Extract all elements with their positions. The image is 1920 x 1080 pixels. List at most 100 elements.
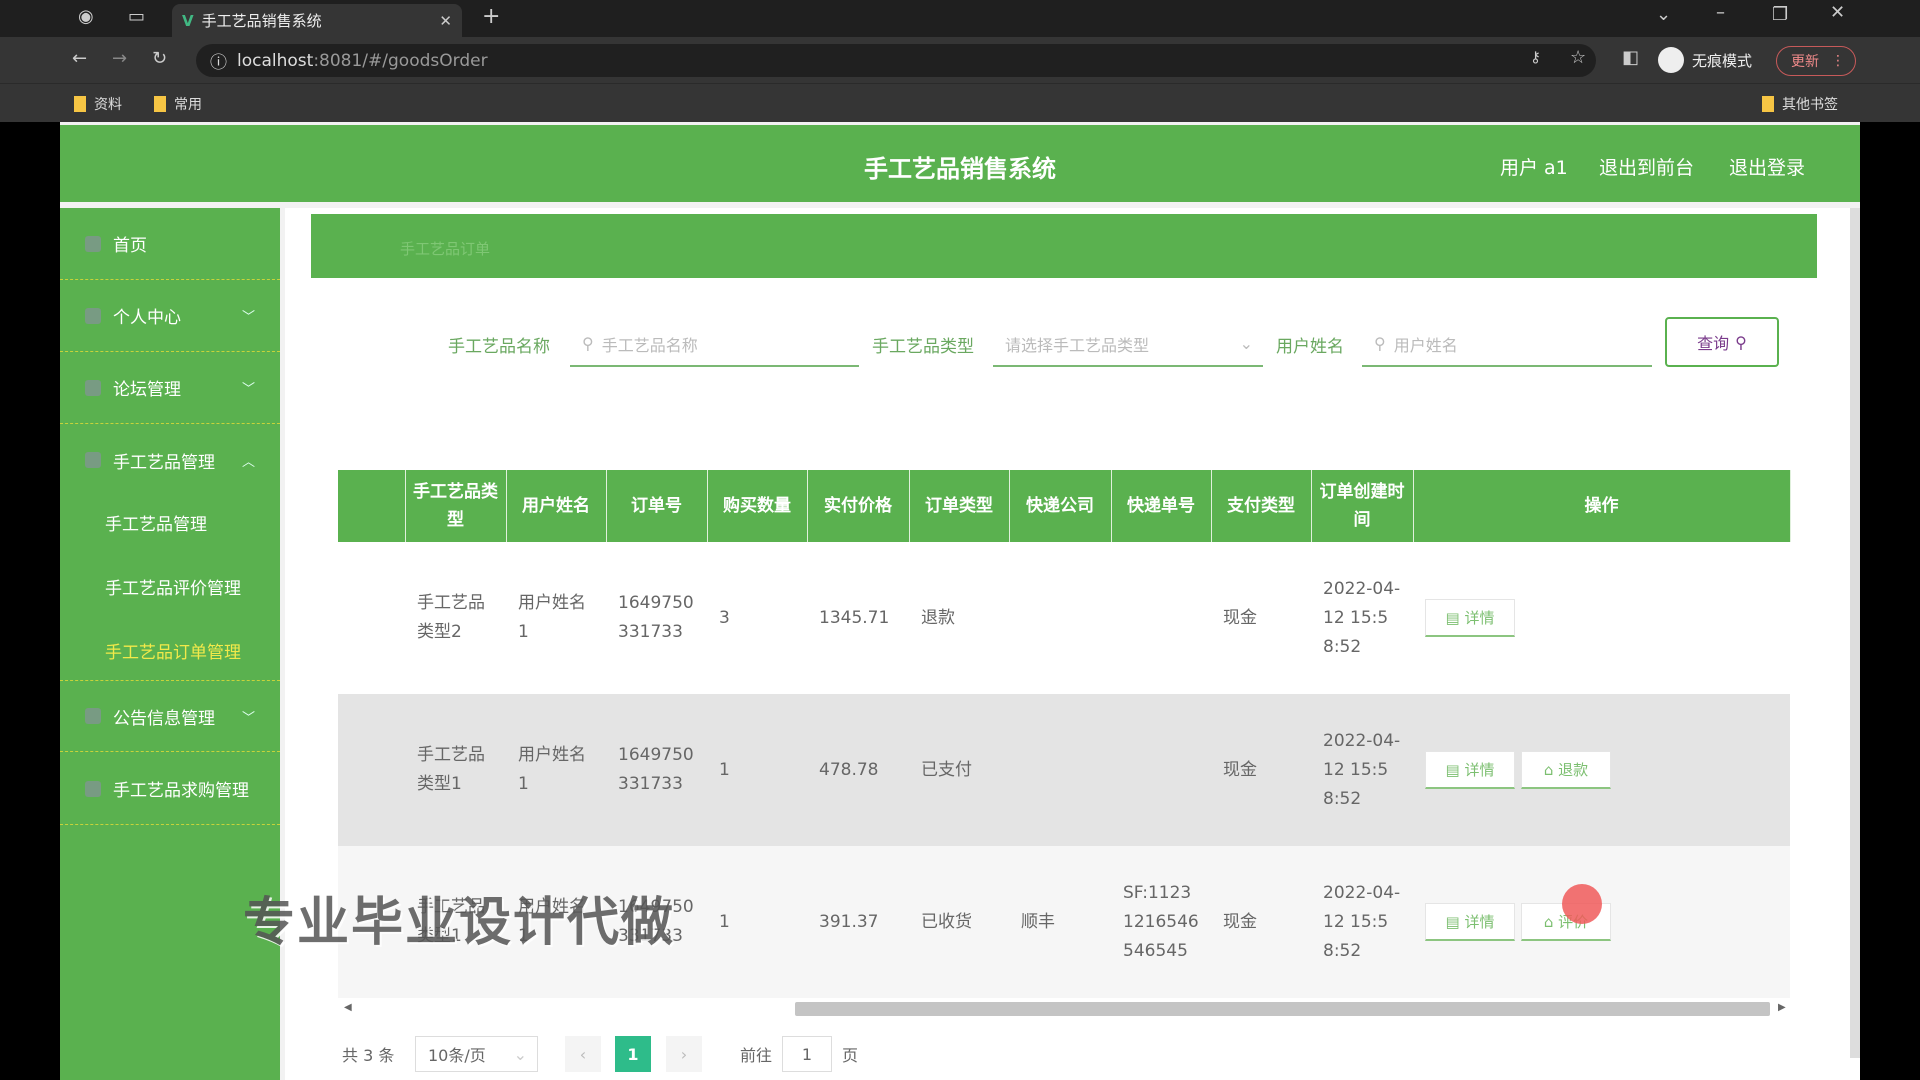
total-count: 共 3 条 — [342, 1046, 395, 1065]
incognito-indicator[interactable]: 无痕模式 — [1658, 47, 1752, 73]
back-icon[interactable]: ← — [72, 48, 87, 69]
page-number-current[interactable]: 1 — [615, 1036, 651, 1072]
cell-price: 391.37 — [807, 846, 909, 998]
chevron-down-icon: ﹀ — [241, 310, 255, 325]
update-button[interactable]: 更新 ⋮ — [1776, 46, 1856, 76]
cell-time: 2022-04-12 15:58:52 — [1311, 694, 1413, 846]
goods-name-label: 手工艺品名称 — [448, 337, 550, 357]
url-host: localhost — [237, 50, 314, 71]
sidebar-label: 手工艺品管理 — [113, 452, 215, 473]
user-name-label: 用户姓名 — [1276, 337, 1344, 357]
incognito-label: 无痕模式 — [1692, 51, 1753, 70]
bookmark-label: 资料 — [94, 97, 122, 113]
close-window-icon[interactable]: ✕ — [1830, 2, 1845, 23]
more-icon: ⋮ — [1831, 53, 1845, 69]
cell-actions: ▤ 详情⌂ 评价 — [1413, 846, 1790, 998]
bookmarks-bar: 资料 常用 其他书签 — [0, 83, 1920, 122]
scroll-right-icon[interactable]: ▶ — [1778, 1002, 1786, 1013]
goods-icon — [85, 452, 101, 468]
goto-value: 1 — [801, 1044, 813, 1064]
detail-button[interactable]: ▤ 详情 — [1425, 903, 1515, 941]
cell-actions: ▤ 详情 — [1413, 542, 1790, 694]
scroll-left-icon[interactable]: ◀ — [344, 1002, 352, 1013]
sidebar-item-forum[interactable]: 论坛管理 ﹀ — [60, 352, 280, 424]
column-header: 订单号 — [606, 470, 708, 542]
minimize-icon[interactable]: – — [1716, 2, 1725, 23]
button-label: 详情 — [1464, 609, 1495, 627]
breadcrumb-banner — [311, 214, 1817, 278]
sidepanel-icon[interactable]: ◧ — [1622, 47, 1639, 68]
sidebar-item-notice[interactable]: 公告信息管理 ﹀ — [60, 680, 280, 752]
scroll-thumb[interactable] — [795, 1002, 1770, 1016]
action-button[interactable]: ⌂ 退款 — [1521, 751, 1611, 789]
column-header: 购买数量 — [707, 470, 808, 542]
cell-price: 1345.71 — [807, 542, 909, 694]
submenu-goods-review[interactable]: 手工艺品评价管理 — [105, 574, 241, 599]
cell-user: 用户姓名1 — [506, 694, 606, 846]
button-label: 退款 — [1558, 761, 1589, 779]
sidebar-label: 论坛管理 — [113, 380, 181, 400]
browser-tab[interactable]: V 手工艺品销售系统 ✕ — [172, 4, 462, 37]
cell-price: 478.78 — [807, 694, 909, 846]
app-title: 手工艺品销售系统 — [864, 155, 1056, 183]
user-name-input[interactable]: ⚲ 用户姓名 — [1362, 322, 1652, 367]
other-bookmarks[interactable]: 其他书签 — [1762, 94, 1838, 114]
cell-qty: 1 — [707, 846, 807, 998]
bookmark-label: 其他书签 — [1782, 97, 1838, 113]
bookmark-folder[interactable]: 资料 — [74, 94, 122, 114]
star-icon[interactable]: ☆ — [1570, 47, 1586, 68]
cell-actions: ▤ 详情 ⌂ 退款 — [1413, 694, 1790, 846]
goto-page-input[interactable]: 1 — [782, 1036, 832, 1072]
tab-list-icon[interactable]: ▭ — [128, 6, 145, 27]
document-icon: ▤ — [1445, 761, 1460, 779]
detail-button[interactable]: ▤ 详情 — [1425, 599, 1515, 637]
bookmark-folder[interactable]: 常用 — [154, 94, 202, 114]
sidebar-label: 手工艺品求购管理 — [113, 781, 249, 801]
table-header: 手工艺品类型 用户姓名 订单号 购买数量 实付价格 订单类型 快递公司 快递单号… — [338, 470, 1791, 542]
forward-icon[interactable]: → — [112, 48, 127, 69]
url-input[interactable]: ⓘ localhost:8081/#/goodsOrder — [196, 44, 1596, 77]
key-icon[interactable]: ⚷ — [1530, 48, 1541, 66]
sidebar-item-purchase[interactable]: 手工艺品求购管理 — [60, 753, 280, 825]
column-header: 快递单号 — [1111, 470, 1212, 542]
cell-pay: 现金 — [1211, 846, 1311, 998]
page-size-select[interactable]: 10条/页 ⌄ — [415, 1036, 538, 1072]
browser-menu-icon[interactable]: ◉ — [78, 6, 94, 27]
chevron-down-icon: ⌄ — [1239, 334, 1253, 353]
page-scrollbar[interactable] — [1850, 208, 1860, 1058]
cell-user: 用户姓名1 — [506, 542, 606, 694]
placeholder: 手工艺品名称 — [601, 335, 698, 355]
restore-icon[interactable]: ❐ — [1772, 4, 1788, 25]
folder-icon — [74, 96, 86, 112]
chevron-up-icon: ︿ — [241, 454, 255, 470]
next-page-button[interactable]: › — [666, 1036, 702, 1072]
sidebar-label: 公告信息管理 — [113, 708, 215, 729]
submenu-goods-order[interactable]: 手工艺品订单管理 — [105, 638, 241, 663]
page-suffix: 页 — [842, 1046, 859, 1065]
goods-type-select[interactable]: 请选择手工艺品类型 ⌄ — [993, 322, 1263, 367]
sidebar-label: 个人中心 — [113, 308, 181, 328]
column-header: 操作 — [1413, 470, 1791, 542]
placeholder: 用户姓名 — [1393, 335, 1458, 355]
reload-icon[interactable]: ↻ — [152, 48, 167, 69]
sidebar-item-goods[interactable]: 手工艺品管理 ︿ — [60, 424, 280, 496]
submenu-goods[interactable]: 手工艺品管理 — [105, 510, 207, 535]
detail-button[interactable]: ▤ 详情 — [1425, 751, 1515, 789]
sidebar-item-profile[interactable]: 个人中心 ﹀ — [60, 280, 280, 352]
prev-page-button[interactable]: ‹ — [565, 1036, 601, 1072]
query-button[interactable]: 查询 ⚲ — [1665, 317, 1779, 367]
new-tab-icon[interactable]: + — [482, 4, 500, 29]
cell-express_no — [1111, 542, 1211, 694]
close-tab-icon[interactable]: ✕ — [439, 12, 452, 30]
logout-link[interactable]: 退出登录 — [1729, 153, 1805, 180]
app-header: 手工艺品销售系统 用户 a1 退出到前台 退出登录 — [60, 125, 1860, 202]
goods-name-input[interactable]: ⚲ 手工艺品名称 — [570, 322, 859, 367]
sidebar-item-home[interactable]: 首页 — [60, 208, 280, 280]
cell-type: 手工艺品类型2 — [405, 542, 506, 694]
cell-time: 2022-04-12 15:58:52 — [1311, 542, 1413, 694]
user-icon — [85, 307, 101, 324]
click-indicator — [1562, 884, 1602, 924]
tab-search-icon[interactable]: ⌄ — [1656, 4, 1671, 25]
vue-icon: V — [182, 11, 194, 30]
to-front-link[interactable]: 退出到前台 — [1599, 153, 1694, 180]
